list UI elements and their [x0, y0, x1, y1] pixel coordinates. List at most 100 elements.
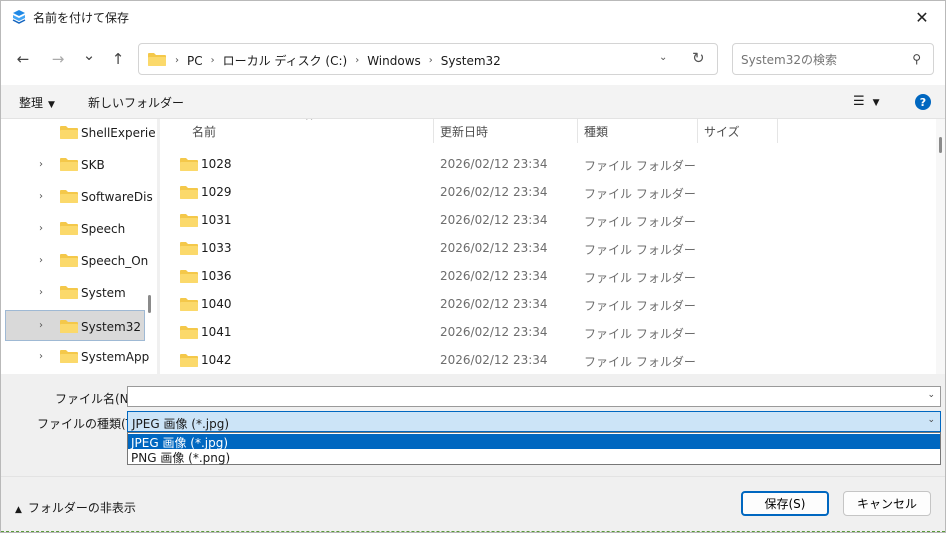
folder-icon	[180, 242, 198, 255]
file-row[interactable]: 1042 2026/02/12 23:34 ファイル フォルダー	[160, 346, 920, 374]
file-row[interactable]: 1033 2026/02/12 23:34 ファイル フォルダー	[160, 234, 920, 262]
tree-item-system32-selected[interactable]: › System32	[5, 310, 145, 341]
file-name: 1042	[201, 353, 232, 367]
file-list-scrollbar[interactable]	[936, 119, 945, 374]
caret-up-icon: ▲	[15, 505, 22, 515]
file-row[interactable]: 1029 2026/02/12 23:34 ファイル フォルダー	[160, 178, 920, 206]
help-icon: ?	[919, 95, 927, 109]
tree-item[interactable]: › SoftwareDis	[5, 183, 153, 211]
view-options-button[interactable]: ☰ ▼	[853, 94, 880, 109]
expand-chevron-icon[interactable]: ›	[39, 191, 43, 202]
folder-icon	[180, 354, 198, 367]
column-header-name[interactable]: 名前	[192, 123, 216, 147]
breadcrumb-local-disk[interactable]: ローカル ディスク (C:)	[217, 52, 354, 69]
folder-tree: ShellExperie › SKB › SoftwareDis › Speec…	[1, 119, 157, 374]
search-box: ⚲	[732, 43, 934, 75]
breadcrumb-separator-icon: ›	[175, 55, 179, 66]
up-button[interactable]: ↑	[106, 47, 130, 71]
breadcrumb-system32[interactable]: System32	[435, 54, 507, 68]
column-divider[interactable]	[777, 119, 778, 143]
file-row[interactable]: 1041 2026/02/12 23:34 ファイル フォルダー	[160, 318, 920, 346]
search-input[interactable]	[741, 51, 901, 69]
filetype-selected-value: JPEG 画像 (*.jpg)	[132, 417, 230, 431]
file-row[interactable]: 1028 2026/02/12 23:34 ファイル フォルダー	[160, 150, 920, 178]
file-name: 1041	[201, 325, 232, 339]
expand-chevron-icon[interactable]: ›	[39, 255, 43, 266]
forward-button[interactable]: →	[46, 47, 70, 71]
folder-icon	[180, 158, 198, 171]
help-button[interactable]: ?	[915, 94, 931, 110]
close-icon: ✕	[915, 7, 929, 27]
navigation-bar: ← → ⌄ ↑ › PC › ローカル ディスク (C:) › Windows …	[1, 33, 945, 85]
column-divider[interactable]	[433, 119, 434, 143]
breadcrumb-windows[interactable]: Windows	[361, 54, 427, 68]
back-button[interactable]: ←	[11, 47, 35, 71]
tree-item[interactable]: › Speech	[5, 215, 145, 243]
file-row[interactable]: 1036 2026/02/12 23:34 ファイル フォルダー	[160, 262, 920, 290]
tree-item[interactable]: ShellExperie	[5, 119, 156, 147]
file-date: 2026/02/12 23:34	[440, 241, 548, 255]
expand-chevron-icon[interactable]: ›	[39, 351, 43, 362]
filetype-select[interactable]: JPEG 画像 (*.jpg) ⌄	[127, 411, 941, 432]
save-button[interactable]: 保存(S)	[741, 491, 829, 516]
filetype-option-jpeg[interactable]: JPEG 画像 (*.jpg)	[128, 434, 940, 450]
tree-item[interactable]: › Speech_On	[5, 247, 148, 275]
file-name: 1028	[201, 157, 232, 171]
expand-chevron-icon[interactable]: ›	[39, 320, 43, 331]
expand-chevron-icon[interactable]: ›	[39, 223, 43, 234]
search-icon[interactable]: ⚲	[912, 52, 921, 66]
file-date: 2026/02/12 23:34	[440, 353, 548, 367]
tree-scrollbar-thumb[interactable]	[148, 295, 151, 313]
folder-icon	[60, 158, 78, 171]
chevron-down-icon[interactable]: ⌄	[927, 390, 935, 400]
address-bar[interactable]: › PC › ローカル ディスク (C:) › Windows › System…	[138, 43, 718, 75]
tree-item-label: Speech	[81, 222, 126, 236]
scrollbar-thumb[interactable]	[939, 137, 942, 153]
hide-folders-button[interactable]: ▲ フォルダーの非表示	[15, 499, 136, 516]
file-type: ファイル フォルダー	[584, 355, 696, 369]
refresh-icon[interactable]: ↻	[692, 49, 705, 67]
column-header-date[interactable]: 更新日時	[440, 123, 488, 147]
file-row[interactable]: 1031 2026/02/12 23:34 ファイル フォルダー	[160, 206, 920, 234]
expand-chevron-icon[interactable]: ›	[39, 287, 43, 298]
folder-icon	[180, 326, 198, 339]
tree-item[interactable]: › SystemApp	[5, 343, 149, 371]
tree-item-label: SoftwareDis	[81, 190, 153, 204]
filename-input[interactable]	[132, 389, 912, 404]
file-date: 2026/02/12 23:34	[440, 269, 548, 283]
file-list: 名前 ^ 更新日時 種類 サイズ 1028 2026/02/12 23:34 フ…	[160, 119, 945, 374]
expand-chevron-icon[interactable]: ›	[39, 159, 43, 170]
tree-item-label: SKB	[81, 158, 105, 172]
column-header-size[interactable]: サイズ	[704, 123, 740, 147]
filetype-option-png[interactable]: PNG 画像 (*.png)	[128, 449, 940, 465]
folder-icon	[60, 126, 78, 139]
tree-item[interactable]: › System	[5, 279, 145, 307]
list-view-icon: ☰	[853, 94, 865, 109]
organize-button[interactable]: 整理 ▼	[19, 94, 55, 111]
folder-icon	[180, 186, 198, 199]
title-bar: 名前を付けて保存 ✕	[1, 1, 945, 33]
tree-item-label: ShellExperie	[81, 126, 156, 140]
column-header-type[interactable]: 種類	[584, 123, 608, 147]
breadcrumb-pc[interactable]: PC	[181, 54, 209, 68]
close-button[interactable]: ✕	[899, 1, 945, 33]
arrow-up-icon: ↑	[111, 50, 125, 68]
folder-icon	[148, 53, 166, 66]
cancel-button[interactable]: キャンセル	[843, 491, 931, 516]
file-type: ファイル フォルダー	[584, 299, 696, 313]
filetype-dropdown-list: JPEG 画像 (*.jpg) PNG 画像 (*.png)	[127, 432, 941, 465]
file-date: 2026/02/12 23:34	[440, 185, 548, 199]
column-divider[interactable]	[697, 119, 698, 143]
save-as-dialog: 名前を付けて保存 ✕ ← → ⌄ ↑ › PC › ローカル ディスク (C:)…	[0, 0, 946, 533]
file-date: 2026/02/12 23:34	[440, 325, 548, 339]
tree-item[interactable]: › SKB	[5, 151, 145, 179]
sort-ascending-icon: ^	[305, 119, 314, 127]
folder-icon	[60, 190, 78, 203]
new-folder-button[interactable]: 新しいフォルダー	[88, 94, 184, 111]
file-row[interactable]: 1040 2026/02/12 23:34 ファイル フォルダー	[160, 290, 920, 318]
column-divider[interactable]	[577, 119, 578, 143]
chevron-down-icon: ⌄	[82, 46, 96, 64]
tree-item-label: System	[81, 286, 126, 300]
recent-locations-button[interactable]: ⌄	[77, 43, 101, 67]
address-history-chevron-icon[interactable]: ⌄	[659, 52, 667, 63]
